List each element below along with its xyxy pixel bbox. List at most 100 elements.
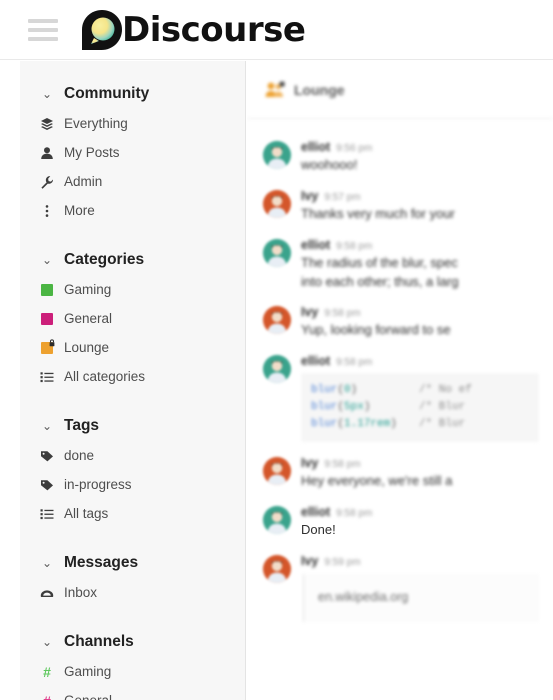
sidebar-section-title: Channels bbox=[64, 633, 134, 650]
sidebar-item-more[interactable]: More bbox=[20, 196, 245, 225]
chat-message[interactable]: Ivy 9:58 pm Hey everyone, we're still a bbox=[247, 449, 553, 498]
sidebar-item-admin[interactable]: Admin bbox=[20, 167, 245, 196]
hash-glyph: # bbox=[43, 663, 51, 680]
brand-logo[interactable]: Discourse bbox=[80, 8, 306, 52]
sidebar-section-header-categories[interactable]: ⌄ Categories bbox=[20, 245, 245, 275]
app-header: Discourse bbox=[0, 0, 553, 60]
chat-message-username[interactable]: elliot bbox=[301, 505, 330, 519]
chat-message[interactable]: elliot 9:58 pm blur(0) /* No ef blur(5px… bbox=[247, 347, 553, 449]
chat-channel-title: Lounge bbox=[294, 81, 345, 98]
avatar[interactable] bbox=[263, 189, 291, 218]
sidebar-item-all-categories[interactable]: All categories bbox=[20, 362, 245, 391]
category-color-swatch bbox=[41, 283, 53, 296]
code-paren: ) bbox=[390, 418, 397, 431]
link-preview-card[interactable]: en.wikipedia.org bbox=[303, 574, 539, 623]
sidebar[interactable]: ⌄ Community Everything My Posts Admin Mo… bbox=[20, 61, 246, 700]
list-icon bbox=[40, 507, 54, 521]
chat-message-meta: elliot 9:58 pm bbox=[301, 354, 539, 368]
sidebar-item-all-tags[interactable]: All tags bbox=[20, 499, 245, 528]
sidebar-item-label: done bbox=[64, 448, 95, 463]
sidebar-item-category-gaming[interactable]: Gaming bbox=[20, 275, 245, 304]
avatar[interactable] bbox=[263, 355, 291, 384]
chat-message-timestamp: 9:58 pm bbox=[324, 308, 361, 320]
category-color-swatch bbox=[41, 312, 53, 325]
tag-icon bbox=[40, 478, 54, 492]
chat-message-body: elliot 9:58 pm blur(0) /* No ef blur(5px… bbox=[301, 354, 539, 443]
sidebar-section-tags: ⌄ Tags done in-progress All tags bbox=[20, 411, 245, 528]
chat-message[interactable]: Ivy 9:59 pm en.wikipedia.org bbox=[247, 547, 553, 629]
chat-message-meta: Ivy 9:58 pm bbox=[301, 456, 539, 470]
sidebar-section-channels: ⌄ Channels # Gaming # General bbox=[20, 627, 245, 700]
sidebar-item-label: All categories bbox=[64, 369, 146, 384]
chat-message-list[interactable]: elliot 9:56 pm woohooo! Ivy 9:57 pm Than… bbox=[247, 119, 553, 629]
chat-panel: Lounge elliot 9:56 pm woohooo! Ivy 9:57 … bbox=[247, 61, 553, 700]
sidebar-item-channel-general[interactable]: # General bbox=[20, 686, 245, 700]
sidebar-section-header-community[interactable]: ⌄ Community bbox=[20, 79, 245, 109]
chat-message-meta: Ivy 9:59 pm bbox=[301, 554, 539, 568]
chat-message[interactable]: elliot 9:58 pm The radius of the blur, s… bbox=[247, 231, 553, 299]
avatar[interactable] bbox=[263, 238, 291, 267]
chat-message-username[interactable]: elliot bbox=[301, 354, 330, 368]
wrench-icon bbox=[40, 175, 54, 189]
sidebar-item-channel-gaming[interactable]: # Gaming bbox=[20, 657, 245, 686]
brand-name: Discourse bbox=[122, 9, 306, 50]
sidebar-item-label: Lounge bbox=[64, 340, 110, 355]
link-preview-host: en.wikipedia.org bbox=[318, 590, 409, 605]
hamburger-bar bbox=[28, 27, 58, 32]
avatar[interactable] bbox=[263, 555, 291, 584]
chat-message-timestamp: 9:56 pm bbox=[336, 143, 373, 154]
hamburger-menu-icon[interactable] bbox=[28, 18, 58, 41]
chat-message[interactable]: elliot 9:56 pm woohooo! bbox=[247, 133, 553, 182]
chat-message-username[interactable]: Ivy bbox=[301, 456, 318, 470]
avatar[interactable] bbox=[263, 457, 291, 486]
sidebar-item-category-lounge[interactable]: Lounge bbox=[20, 333, 245, 362]
sidebar-item-tag-in-progress[interactable]: in-progress bbox=[20, 470, 245, 499]
sidebar-item-tag-done[interactable]: done bbox=[20, 441, 245, 470]
category-square-icon bbox=[40, 312, 54, 325]
chat-message[interactable]: Ivy 9:57 pm Thanks very much for your bbox=[247, 182, 553, 231]
sidebar-item-my-posts[interactable]: My Posts bbox=[20, 138, 245, 167]
hash-icon: # bbox=[40, 694, 54, 700]
avatar[interactable] bbox=[263, 141, 291, 169]
sidebar-item-category-general[interactable]: General bbox=[20, 304, 245, 333]
sidebar-section-categories: ⌄ Categories Gaming General Lounge All c… bbox=[20, 245, 245, 391]
category-swatch-wrap bbox=[40, 338, 55, 355]
category-square-locked-icon bbox=[40, 338, 55, 355]
avatar[interactable] bbox=[263, 306, 291, 335]
chat-message-timestamp: 9:58 pm bbox=[336, 357, 373, 369]
code-comment: /* Blur bbox=[419, 418, 466, 431]
chat-message-meta: Ivy 9:57 pm bbox=[301, 189, 539, 203]
chat-message-username[interactable]: Ivy bbox=[301, 554, 318, 568]
chat-message-text-line2: into each other; thus, a larg bbox=[301, 273, 459, 289]
discourse-app-window: Discourse ⌄ Community Everything My Post… bbox=[0, 0, 553, 700]
chat-message-meta: elliot 9:56 pm bbox=[301, 140, 539, 154]
code-function: blur bbox=[311, 401, 338, 414]
chevron-down-icon: ⌄ bbox=[41, 556, 53, 570]
chat-message-body: Ivy 9:59 pm en.wikipedia.org bbox=[301, 554, 539, 623]
chat-message-text: woohooo! bbox=[301, 157, 358, 172]
sidebar-section-header-tags[interactable]: ⌄ Tags bbox=[20, 411, 245, 441]
sidebar-section-header-channels[interactable]: ⌄ Channels bbox=[20, 627, 245, 657]
chat-message[interactable]: Ivy 9:58 pm Yup, looking forward to se bbox=[247, 298, 553, 347]
chat-message-username[interactable]: Ivy bbox=[301, 305, 318, 319]
hamburger-bar bbox=[28, 36, 58, 41]
chat-message-username[interactable]: elliot bbox=[301, 140, 330, 154]
chat-message[interactable]: elliot 9:58 pm Done! bbox=[247, 498, 553, 547]
avatar[interactable] bbox=[263, 506, 291, 535]
sidebar-item-everything[interactable]: Everything bbox=[20, 109, 245, 138]
chevron-down-icon: ⌄ bbox=[41, 635, 53, 649]
code-line: blur(0) /* No ef bbox=[311, 382, 529, 399]
code-paren: ) bbox=[350, 384, 358, 397]
chat-message-username[interactable]: Ivy bbox=[301, 189, 318, 203]
sidebar-section-header-messages[interactable]: ⌄ Messages bbox=[20, 548, 245, 578]
chat-message-username[interactable]: elliot bbox=[301, 238, 330, 252]
envelope-icon bbox=[40, 586, 54, 600]
chevron-down-icon: ⌄ bbox=[41, 419, 53, 433]
chat-message-body: Ivy 9:58 pm Yup, looking forward to se bbox=[301, 305, 539, 340]
chat-channel-header[interactable]: Lounge bbox=[247, 61, 553, 119]
sidebar-item-inbox[interactable]: Inbox bbox=[20, 578, 245, 607]
code-line: blur(1.17rem) /* Blur bbox=[311, 416, 529, 433]
chat-message-timestamp: 9:58 pm bbox=[336, 508, 373, 520]
